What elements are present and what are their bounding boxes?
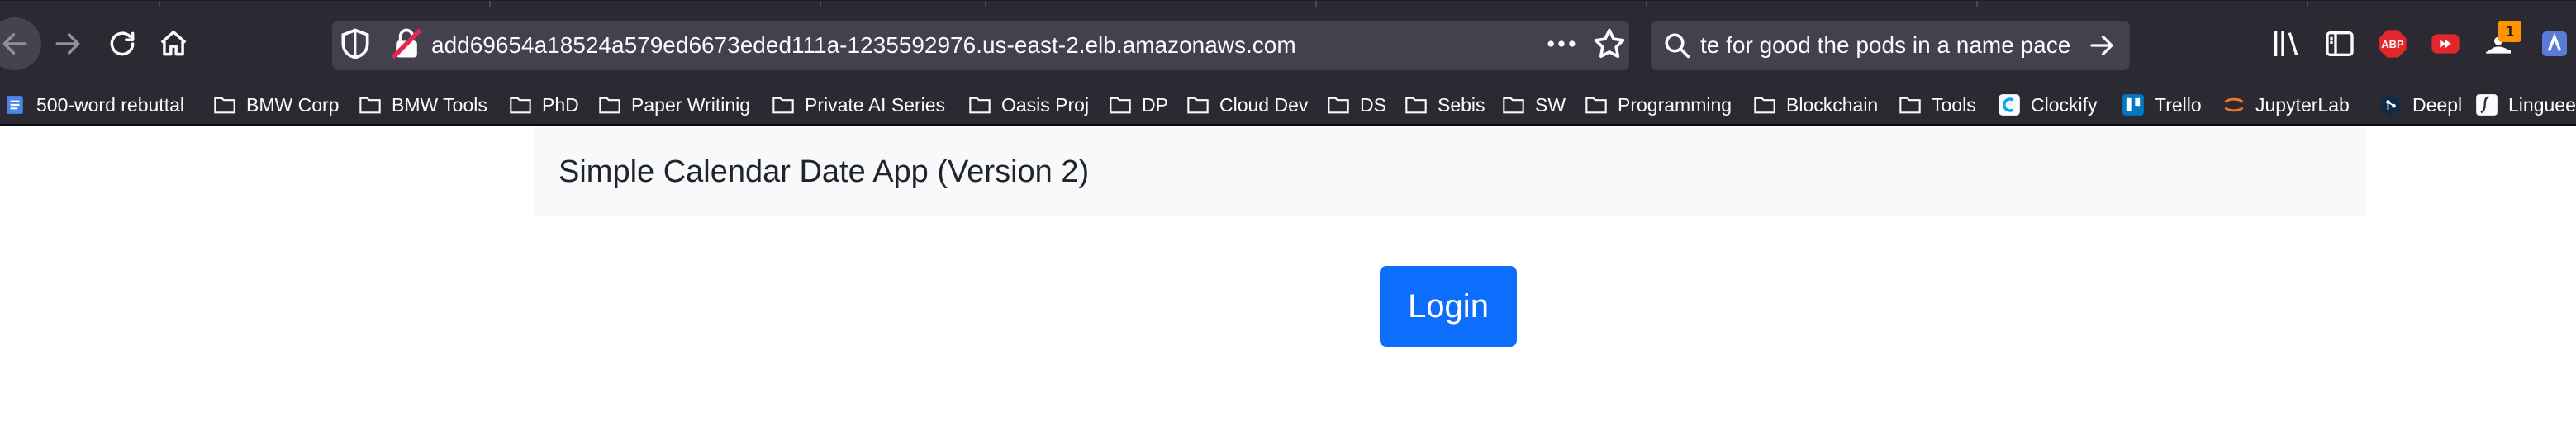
search-bar[interactable]: te for good the pods in a name pace xyxy=(1651,21,2130,70)
bookmark-label: Programming xyxy=(1618,93,1732,116)
page-title[interactable]: Simple Calendar Date App (Version 2) xyxy=(558,127,1089,216)
bookmark-folder[interactable]: PhD xyxy=(509,86,579,124)
arrow-right-icon xyxy=(55,33,80,55)
search-input[interactable]: te for good the pods in a name pace xyxy=(1700,21,2089,70)
folder-icon xyxy=(1186,93,1210,116)
tab-strip-edge xyxy=(0,1,2576,7)
bookmark-label: Clockify xyxy=(2031,93,2098,116)
insecure-lock-icon[interactable] xyxy=(388,26,425,66)
reload-button[interactable] xyxy=(97,19,147,69)
bookmark-label: Private AI Series xyxy=(805,93,946,116)
bookmark-folder[interactable]: Programming xyxy=(1585,86,1732,124)
bookmark-folder[interactable]: Cloud Dev xyxy=(1186,86,1308,124)
search-icon xyxy=(1662,31,1692,64)
bookmark-label: Tools xyxy=(1932,93,1976,116)
clockify-icon xyxy=(1998,93,2021,116)
bookmark-label: DP xyxy=(1142,93,1168,116)
folder-icon xyxy=(1753,93,1776,116)
bookmark-star-icon[interactable] xyxy=(1591,26,1628,66)
navbar: Simple Calendar Date App (Version 2) xyxy=(534,127,2366,216)
bookmark-label: Blockchain xyxy=(1786,93,1879,116)
bookmark-folder[interactable]: Paper Writinig xyxy=(598,86,750,124)
bookmark-label: Oasis Proj xyxy=(1001,93,1090,116)
forward-button[interactable] xyxy=(43,19,93,69)
folder-icon xyxy=(359,93,382,116)
folder-icon xyxy=(1327,93,1350,116)
folder-icon xyxy=(509,93,532,116)
extension-2-icon[interactable] xyxy=(2535,24,2574,64)
url-text[interactable]: add69654a18524a579ed6673eded111a-1235592… xyxy=(431,21,1296,70)
media-extension-icon[interactable] xyxy=(2426,24,2465,64)
page-actions-icon[interactable] xyxy=(1543,26,1580,66)
bookmark-label: BMW Corp xyxy=(246,93,340,116)
bookmark-label: Sebis xyxy=(1438,93,1485,116)
bookmark-folder[interactable]: DP xyxy=(1109,86,1168,124)
bookmark-folder[interactable]: Private AI Series xyxy=(772,86,945,124)
home-button[interactable] xyxy=(149,19,198,69)
bookmark-folder[interactable]: SW xyxy=(1502,86,1566,124)
jupyter-icon xyxy=(2222,93,2246,116)
folder-icon xyxy=(772,93,795,116)
bookmark-folder[interactable]: DS xyxy=(1327,86,1386,124)
bookmarks-bar: 500-word rebuttal BMW Corp BMW Tools PhD… xyxy=(0,86,2576,126)
folder-icon xyxy=(1585,93,1608,116)
linguee-icon xyxy=(2475,93,2498,116)
bookmark-label: JupyterLab xyxy=(2255,93,2350,116)
bookmark-label: Linguee xyxy=(2508,93,2576,116)
back-button[interactable] xyxy=(0,17,41,70)
bookmark-item[interactable]: Trello xyxy=(2122,86,2202,124)
bookmark-item[interactable]: JupyterLab xyxy=(2222,86,2350,124)
bookmark-item[interactable]: Clockify xyxy=(1998,86,2098,124)
folder-icon xyxy=(213,93,236,116)
deepl-icon xyxy=(2379,93,2403,116)
folder-icon xyxy=(1899,93,1922,116)
bookmark-folder[interactable]: Blockchain xyxy=(1753,86,1878,124)
bookmark-folder[interactable]: BMW Corp xyxy=(213,86,339,124)
bookmark-label: PhD xyxy=(542,93,579,116)
folder-icon xyxy=(1502,93,1525,116)
arrow-left-icon xyxy=(2,33,27,55)
bookmark-item[interactable]: Linguee xyxy=(2475,86,2576,124)
abp-label: ABP xyxy=(2381,37,2404,50)
bookmark-label: Paper Writinig xyxy=(631,93,751,116)
search-go-icon[interactable] xyxy=(2087,31,2117,64)
folder-icon xyxy=(968,93,991,116)
bookmark-label: Trello xyxy=(2155,93,2202,116)
address-bar[interactable]: add69654a18524a579ed6673eded111a-1235592… xyxy=(332,21,1629,70)
bookmark-folder[interactable]: Sebis xyxy=(1404,86,1485,124)
bookmark-label: 500-word rebuttal xyxy=(36,93,184,116)
bookmark-label: DS xyxy=(1360,93,1386,116)
extension-badge: 1 xyxy=(2498,21,2521,42)
folder-icon xyxy=(598,93,621,116)
bookmark-folder[interactable]: BMW Tools xyxy=(359,86,487,124)
trello-icon xyxy=(2122,93,2145,116)
bookmark-label: Deepl xyxy=(2412,93,2463,116)
library-icon[interactable] xyxy=(2267,24,2307,64)
folder-icon xyxy=(1109,93,1132,116)
tracking-shield-icon[interactable] xyxy=(337,26,373,66)
login-button[interactable]: Login xyxy=(1380,266,1517,347)
bookmark-item[interactable]: 500-word rebuttal xyxy=(3,86,184,124)
sidebar-toggle-icon[interactable] xyxy=(2320,24,2360,64)
doc-icon xyxy=(3,93,26,116)
folder-icon xyxy=(1404,93,1428,116)
bookmark-folder[interactable]: Oasis Proj xyxy=(968,86,1089,124)
bookmark-label: BMW Tools xyxy=(392,93,487,116)
bookmark-label: Cloud Dev xyxy=(1219,93,1309,116)
adblock-plus-icon[interactable]: ABP xyxy=(2373,24,2412,64)
bookmark-label: SW xyxy=(1535,93,1566,116)
bookmark-folder[interactable]: Tools xyxy=(1899,86,1976,124)
bookmark-item[interactable]: Deepl xyxy=(2379,86,2462,124)
home-icon xyxy=(160,31,187,56)
browser-toolbar: add69654a18524a579ed6673eded111a-1235592… xyxy=(0,0,2576,86)
reload-icon xyxy=(110,31,135,56)
